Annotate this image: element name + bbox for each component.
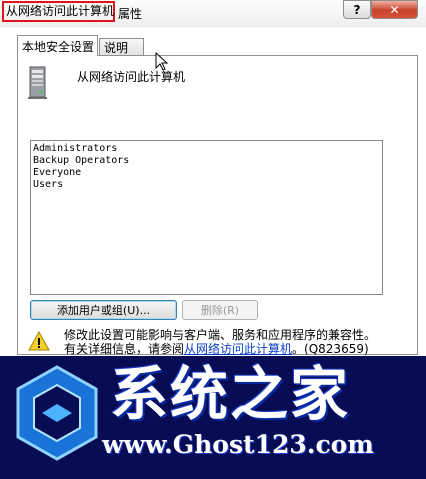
warning-icon: [28, 331, 50, 351]
watermark-brand: 系统之家: [110, 360, 351, 428]
list-item[interactable]: Everyone: [33, 167, 382, 179]
help-link[interactable]: 从网络访问此计算机: [184, 342, 292, 356]
warning-suffix: 。(Q823659): [292, 342, 369, 356]
server-icon: [28, 66, 47, 99]
window-title-suffix: 属性: [118, 7, 143, 21]
warning-text-2: 有关详细信息，请参阅从网络访问此计算机。(Q823659): [64, 340, 369, 357]
close-button[interactable]: ✕: [371, 0, 418, 19]
help-button[interactable]: ?: [343, 0, 371, 19]
window-title: 从网络访问此计算机: [6, 4, 115, 18]
list-item[interactable]: Users: [33, 179, 382, 191]
remove-button[interactable]: 删除(R): [182, 300, 258, 320]
list-item[interactable]: Administrators: [33, 143, 382, 155]
watermark-url: www.Ghost123.com: [102, 430, 374, 459]
tab-explain[interactable]: 说明: [99, 38, 144, 56]
policy-title: 从网络访问此计算机: [77, 70, 186, 84]
tab-local-security-setting[interactable]: 本地安全设置: [17, 35, 98, 56]
user-list[interactable]: Administrators Backup Operators Everyone…: [30, 140, 383, 295]
warning-prefix: 有关详细信息，请参阅: [64, 342, 185, 356]
add-user-or-group-button[interactable]: 添加用户或组(U)...: [30, 300, 177, 320]
brand-logo-icon: [16, 365, 98, 461]
list-item[interactable]: Backup Operators: [33, 155, 382, 167]
